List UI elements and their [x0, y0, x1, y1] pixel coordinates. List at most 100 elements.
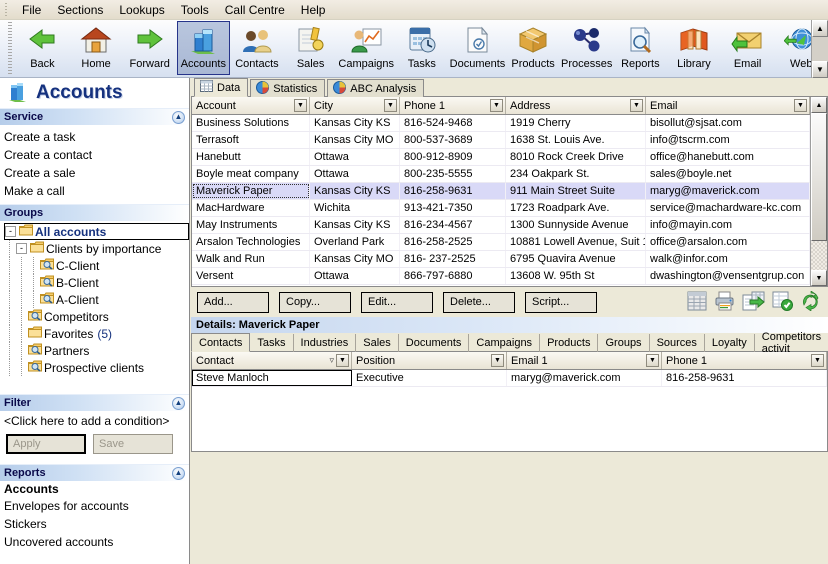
table-row[interactable]: TerrasoftKansas City MO800-537-36891638 …: [192, 132, 810, 149]
column-filter-dropdown-icon[interactable]: ▼: [490, 99, 503, 112]
details-tab-documents[interactable]: Documents: [399, 334, 470, 352]
group-node-all-accounts[interactable]: -All accounts: [4, 223, 189, 240]
accounts-column-header-email[interactable]: Email▼: [646, 97, 810, 114]
column-filter-dropdown-icon[interactable]: ▼: [336, 354, 349, 367]
details-tab-groups[interactable]: Groups: [598, 334, 649, 352]
table-row[interactable]: Business SolutionsKansas City KS816-524-…: [192, 115, 810, 132]
report-link-stickers[interactable]: Stickers: [0, 515, 189, 533]
details-tab-industries[interactable]: Industries: [294, 334, 357, 352]
contacts-column-header-contact[interactable]: Contact▿▼: [192, 352, 352, 369]
filter-save-button[interactable]: Save: [93, 434, 173, 454]
service-link-make-a-call[interactable]: Make a call: [4, 182, 189, 200]
report-link-envelopes-for-accounts[interactable]: Envelopes for accounts: [0, 497, 189, 515]
group-node-b-client[interactable]: B-Client: [4, 274, 189, 291]
table-row[interactable]: Maverick PaperKansas City KS816-258-9631…: [192, 183, 810, 200]
toolbar-button-accounts[interactable]: Accounts: [177, 21, 231, 75]
table-row[interactable]: May InstrumentsKansas City KS816-234-456…: [192, 217, 810, 234]
toolbar-button-home[interactable]: Home: [69, 21, 123, 75]
table-row[interactable]: Steve ManlochExecutivemaryg@maverick.com…: [192, 370, 827, 387]
scroll-track[interactable]: [811, 241, 827, 270]
toolbar-scroll-down-button[interactable]: ▼: [812, 61, 828, 78]
details-tab-contacts[interactable]: Contacts: [191, 333, 250, 352]
group-node-partners[interactable]: Partners: [4, 342, 189, 359]
filter-condition-link[interactable]: <Click here to add a condition>: [0, 411, 189, 430]
toolbar-button-products[interactable]: Products: [506, 21, 560, 75]
toolbar-scrollbar[interactable]: ▲ ▼: [811, 20, 828, 78]
column-filter-dropdown-icon[interactable]: ▼: [630, 99, 643, 112]
tree-expander-icon[interactable]: -: [5, 226, 16, 237]
group-node-clients-by-importance[interactable]: -Clients by importance: [4, 240, 189, 257]
table-row[interactable]: Arsalon TechnologiesOverland Park816-258…: [192, 234, 810, 251]
menu-item-sections[interactable]: Sections: [49, 1, 111, 19]
spreadsheet-icon[interactable]: [686, 291, 708, 314]
report-link-uncovered-accounts[interactable]: Uncovered accounts: [0, 533, 189, 551]
scroll-thumb[interactable]: [811, 113, 827, 241]
menu-item-call-centre[interactable]: Call Centre: [217, 1, 293, 19]
toolbar-button-reports[interactable]: Reports: [614, 21, 668, 75]
details-tab-competitors-activit[interactable]: Competitors activit: [755, 334, 828, 352]
column-filter-dropdown-icon[interactable]: ▼: [811, 354, 824, 367]
delete-button[interactable]: Delete...: [443, 292, 515, 313]
toolbar-button-email[interactable]: Email: [721, 21, 775, 75]
toolbar-button-sales[interactable]: Sales: [284, 21, 338, 75]
accounts-column-header-address[interactable]: Address▼: [506, 97, 646, 114]
accounts-column-header-phone-1[interactable]: Phone 1▼: [400, 97, 506, 114]
tab-statistics[interactable]: Statistics: [250, 79, 325, 97]
tab-data[interactable]: Data: [194, 78, 248, 97]
contacts-column-header-email-1[interactable]: Email 1▼: [507, 352, 662, 369]
service-section-header[interactable]: Service ▲: [0, 108, 189, 125]
details-tab-campaigns[interactable]: Campaigns: [469, 334, 540, 352]
toolbar-button-library[interactable]: Library: [667, 21, 721, 75]
collapse-chevron-icon[interactable]: ▲: [172, 111, 185, 124]
service-link-create-a-sale[interactable]: Create a sale: [4, 164, 189, 182]
menu-item-file[interactable]: File: [14, 1, 49, 19]
scroll-down-button[interactable]: ▼: [811, 270, 827, 286]
tab-abc-analysis[interactable]: ABC Analysis: [327, 79, 424, 97]
print-icon[interactable]: [713, 291, 737, 314]
edit-button[interactable]: Edit...: [361, 292, 433, 313]
reports-collapse-chevron-icon[interactable]: ▲: [172, 467, 185, 480]
table-row[interactable]: VersentOttawa866-797-688013608 W. 95th S…: [192, 268, 810, 285]
menu-item-help[interactable]: Help: [293, 1, 334, 19]
details-tab-loyalty[interactable]: Loyalty: [705, 334, 755, 352]
table-row[interactable]: Boyle meat companyOttawa800-235-5555234 …: [192, 166, 810, 183]
group-node-prospective-clients[interactable]: Prospective clients: [4, 359, 189, 376]
contacts-column-header-position[interactable]: Position▼: [352, 352, 507, 369]
group-node-favorites[interactable]: Favorites(5): [4, 325, 189, 342]
copy-button[interactable]: Copy...: [279, 292, 351, 313]
add-button[interactable]: Add...: [197, 292, 269, 313]
table-row[interactable]: HanebuttOttawa800-912-89098010 Rock Cree…: [192, 149, 810, 166]
table-row[interactable]: MacHardwareWichita913-421-73501723 Roadp…: [192, 200, 810, 217]
menu-grip-handle[interactable]: [3, 2, 11, 18]
refresh-icon[interactable]: [800, 291, 822, 314]
toolbar-button-back[interactable]: Back: [16, 21, 70, 75]
column-filter-dropdown-icon[interactable]: ▼: [794, 99, 807, 112]
toolbar-grip-handle[interactable]: [8, 22, 12, 74]
reports-section-header[interactable]: Reports ▲: [0, 464, 189, 481]
toolbar-button-forward[interactable]: Forward: [123, 21, 177, 75]
toolbar-button-campaigns[interactable]: Campaigns: [337, 21, 395, 75]
tree-expander-icon[interactable]: -: [16, 243, 27, 254]
details-tab-tasks[interactable]: Tasks: [250, 334, 293, 352]
export-icon[interactable]: [742, 291, 766, 314]
details-tab-sources[interactable]: Sources: [650, 334, 705, 352]
toolbar-button-processes[interactable]: Processes: [560, 21, 614, 75]
column-filter-dropdown-icon[interactable]: ▼: [294, 99, 307, 112]
menu-item-tools[interactable]: Tools: [173, 1, 217, 19]
column-filter-dropdown-icon[interactable]: ▼: [491, 354, 504, 367]
service-link-create-a-contact[interactable]: Create a contact: [4, 146, 189, 164]
toolbar-button-tasks[interactable]: Tasks: [395, 21, 449, 75]
validate-icon[interactable]: [771, 291, 795, 314]
group-node-c-client[interactable]: C-Client: [4, 257, 189, 274]
toolbar-scroll-up-button[interactable]: ▲: [812, 20, 828, 37]
filter-collapse-chevron-icon[interactable]: ▲: [172, 397, 185, 410]
groups-section-header[interactable]: Groups: [0, 204, 189, 221]
accounts-column-header-city[interactable]: City▼: [310, 97, 400, 114]
details-tab-sales[interactable]: Sales: [356, 334, 399, 352]
accounts-grid-scrollbar[interactable]: ▲ ▼: [810, 97, 827, 286]
filter-section-header[interactable]: Filter ▲: [0, 394, 189, 411]
column-filter-dropdown-icon[interactable]: ▼: [646, 354, 659, 367]
group-node-competitors[interactable]: Competitors: [4, 308, 189, 325]
accounts-column-header-account[interactable]: Account▼: [192, 97, 310, 114]
toolbar-button-documents[interactable]: Documents: [449, 21, 507, 75]
